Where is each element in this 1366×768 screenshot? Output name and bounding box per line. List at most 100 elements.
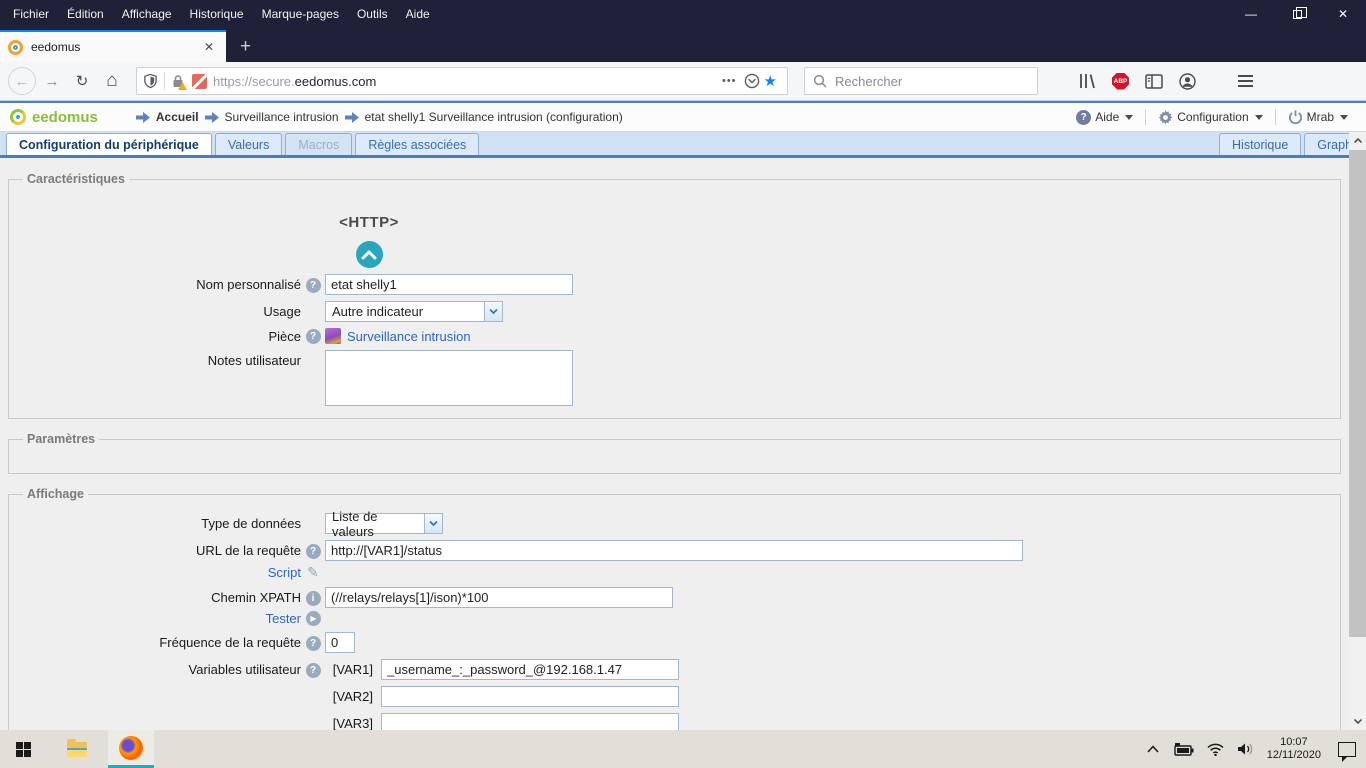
close-button[interactable]: ✕ bbox=[1320, 0, 1366, 28]
notes-utilisateur-textarea[interactable] bbox=[325, 350, 573, 406]
menu-aide[interactable]: Aide bbox=[397, 1, 439, 27]
tray-expand-icon[interactable] bbox=[1147, 745, 1159, 753]
adblock-plus-icon[interactable]: ABP bbox=[1112, 73, 1129, 90]
chevron-down-icon bbox=[1255, 115, 1263, 120]
help-icon[interactable]: ? bbox=[306, 544, 321, 559]
aide-menu[interactable]: ? Aide bbox=[1068, 110, 1141, 125]
chevron-down-icon bbox=[1125, 115, 1133, 120]
scrollbar-track[interactable] bbox=[1349, 637, 1366, 713]
tab-valeurs[interactable]: Valeurs bbox=[215, 133, 282, 155]
play-icon[interactable]: ▶ bbox=[306, 611, 321, 626]
help-icon: ? bbox=[1076, 110, 1091, 125]
minimize-button[interactable]: — bbox=[1228, 0, 1274, 28]
tab-graphe[interactable]: Graphe bbox=[1304, 133, 1349, 155]
menu-affichage[interactable]: Affichage bbox=[113, 1, 181, 27]
account-icon[interactable] bbox=[1179, 73, 1196, 90]
menu-historique[interactable]: Historique bbox=[181, 1, 253, 27]
page-actions-icon[interactable]: ••• bbox=[722, 75, 737, 87]
section-caracteristiques-legend: Caractéristiques bbox=[23, 172, 129, 186]
tab-close-icon[interactable]: ✕ bbox=[200, 38, 218, 56]
tab-title: eedomus bbox=[31, 40, 200, 54]
tray-time: 10:07 bbox=[1267, 736, 1321, 749]
section-affichage: Affichage Type de données Liste de valeu… bbox=[8, 487, 1341, 730]
pocket-icon[interactable] bbox=[744, 73, 760, 89]
section-caracteristiques: Caractéristiques <HTTP> Nom personnalisé… bbox=[8, 172, 1341, 419]
nom-personnalise-input[interactable] bbox=[325, 274, 573, 295]
home-icon[interactable]: ⌂ bbox=[98, 67, 126, 95]
chemin-xpath-input[interactable] bbox=[325, 587, 673, 608]
clock[interactable]: 10:07 12/11/2020 bbox=[1267, 736, 1321, 762]
scrollbar-thumb[interactable] bbox=[1349, 150, 1366, 637]
firefox-button[interactable] bbox=[108, 730, 154, 768]
script-link[interactable]: Script bbox=[268, 565, 301, 580]
start-button[interactable] bbox=[0, 730, 46, 768]
help-icon[interactable]: ? bbox=[306, 663, 321, 678]
action-center-icon[interactable] bbox=[1338, 742, 1356, 757]
var1-input[interactable] bbox=[381, 659, 679, 680]
bookmark-star-icon[interactable]: ★ bbox=[764, 72, 777, 90]
new-tab-button[interactable]: + bbox=[226, 36, 265, 62]
browser-menubar: Fichier Édition Affichage Historique Mar… bbox=[0, 1, 439, 27]
toolbar-icons: ABP bbox=[1078, 73, 1196, 90]
scroll-down-icon[interactable] bbox=[1349, 713, 1366, 730]
tray-date: 12/11/2020 bbox=[1267, 749, 1321, 762]
browser-tabstrip: eedomus ✕ + bbox=[0, 28, 1366, 62]
piece-link[interactable]: Surveillance intrusion bbox=[347, 329, 471, 344]
tab-configuration-peripherique[interactable]: Configuration du périphérique bbox=[6, 133, 212, 155]
type-donnees-select[interactable]: Liste de valeurs bbox=[325, 513, 443, 534]
eedomus-favicon bbox=[8, 40, 23, 55]
url-text[interactable]: https://secure.eedomus.com bbox=[213, 74, 715, 89]
volume-icon[interactable] bbox=[1237, 742, 1254, 756]
page-scrollbar[interactable] bbox=[1349, 132, 1366, 730]
nom-personnalise-label: Nom personnalisé bbox=[9, 277, 301, 292]
gear-icon bbox=[1158, 110, 1173, 125]
file-explorer-button[interactable] bbox=[54, 730, 100, 768]
device-tabs: Configuration du périphérique Valeurs Ma… bbox=[0, 132, 1349, 158]
app-menu-icon[interactable] bbox=[1234, 71, 1257, 91]
var2-input[interactable] bbox=[381, 686, 679, 707]
pencil-icon[interactable]: ✎ bbox=[307, 564, 319, 581]
eedomus-logo-icon[interactable]: eedomus bbox=[10, 109, 98, 126]
configuration-menu[interactable]: Configuration bbox=[1150, 110, 1270, 125]
help-icon[interactable]: ? bbox=[306, 329, 321, 344]
breadcrumb-accueil[interactable]: Accueil bbox=[156, 110, 199, 124]
folder-icon bbox=[67, 742, 87, 757]
tracking-shield-icon[interactable] bbox=[143, 73, 158, 89]
wifi-icon[interactable] bbox=[1207, 743, 1224, 756]
back-icon[interactable]: ← bbox=[8, 67, 36, 95]
user-menu[interactable]: Mrab bbox=[1280, 110, 1356, 125]
sidebar-icon[interactable] bbox=[1145, 74, 1163, 89]
restore-button[interactable] bbox=[1274, 0, 1320, 28]
search-bar[interactable] bbox=[804, 67, 1038, 95]
help-icon[interactable]: ? bbox=[306, 278, 321, 293]
tester-link[interactable]: Tester bbox=[266, 611, 301, 626]
battery-icon[interactable] bbox=[1172, 743, 1194, 756]
search-input[interactable] bbox=[835, 74, 1005, 89]
plugin-blocked-icon[interactable] bbox=[192, 74, 207, 89]
help-icon[interactable]: ? bbox=[306, 636, 321, 651]
system-tray: 10:07 12/11/2020 bbox=[1147, 730, 1366, 768]
url-requete-input[interactable] bbox=[325, 540, 1023, 561]
breadcrumb-arrow-icon bbox=[205, 112, 219, 123]
url-bar[interactable]: https://secure.eedomus.com ••• ★ bbox=[136, 67, 788, 95]
reload-icon[interactable]: ↻ bbox=[68, 67, 96, 95]
usage-select[interactable]: Autre indicateur bbox=[325, 301, 503, 322]
frequence-requete-input[interactable] bbox=[325, 632, 355, 653]
library-icon[interactable] bbox=[1078, 73, 1096, 89]
breadcrumb-arrow-icon bbox=[345, 112, 359, 123]
tab-regles-associees[interactable]: Règles associées bbox=[355, 133, 479, 155]
info-icon[interactable]: i bbox=[306, 591, 321, 606]
var3-input[interactable] bbox=[381, 713, 679, 730]
menu-marque-pages[interactable]: Marque-pages bbox=[253, 1, 348, 27]
menu-fichier[interactable]: Fichier bbox=[4, 1, 58, 27]
tab-historique[interactable]: Historique bbox=[1219, 133, 1301, 155]
breadcrumb-room[interactable]: Surveillance intrusion bbox=[225, 110, 339, 124]
lock-warning-icon[interactable] bbox=[171, 74, 185, 89]
browser-tab-eedomus[interactable]: eedomus ✕ bbox=[0, 30, 226, 62]
menu-outils[interactable]: Outils bbox=[348, 1, 397, 27]
breadcrumb: Accueil Surveillance intrusion etat shel… bbox=[136, 110, 623, 124]
collapse-device-button[interactable] bbox=[356, 241, 383, 268]
scroll-up-icon[interactable] bbox=[1349, 132, 1366, 149]
menu-edition[interactable]: Édition bbox=[58, 1, 113, 27]
forward-icon[interactable]: → bbox=[38, 67, 66, 95]
